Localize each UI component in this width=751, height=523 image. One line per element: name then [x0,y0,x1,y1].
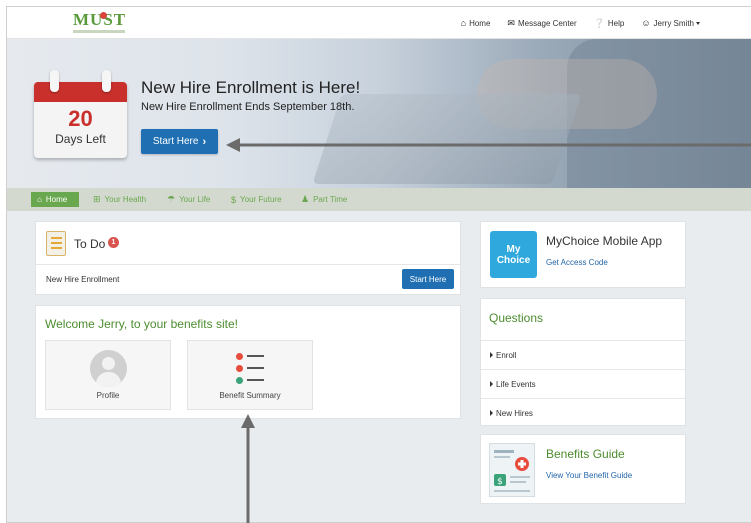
annotation-arrows [226,138,751,523]
